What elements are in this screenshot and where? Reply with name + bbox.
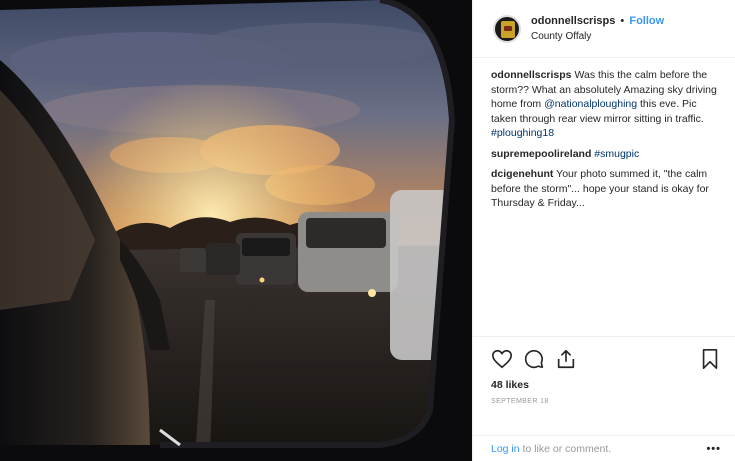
post-sidebar: odonnellscrisps • Follow County Offaly o… bbox=[472, 0, 735, 461]
list-item: dcigenehunt Your photo summed it, "the c… bbox=[491, 167, 721, 211]
comment-username[interactable]: supremepoolireland bbox=[491, 148, 591, 160]
heart-icon[interactable] bbox=[491, 348, 513, 370]
post-date: SEPTEMBER 18 bbox=[491, 398, 549, 405]
share-icon[interactable] bbox=[555, 348, 577, 370]
comment-icon[interactable] bbox=[523, 348, 545, 370]
action-icons-row bbox=[491, 345, 721, 373]
caption: odonnellscrisps Was this the calm before… bbox=[491, 68, 721, 141]
crisps-bag-logo-icon bbox=[501, 20, 515, 38]
location-link[interactable]: County Offaly bbox=[531, 29, 664, 44]
header-top-line: odonnellscrisps • Follow bbox=[531, 14, 664, 29]
comment-username[interactable]: dcigenehunt bbox=[491, 168, 553, 180]
login-link[interactable]: Log in bbox=[491, 443, 520, 455]
post-photo[interactable] bbox=[0, 0, 472, 461]
mirror-photo-illustration bbox=[0, 0, 472, 461]
login-row: Log in to like or comment. ••• bbox=[473, 435, 735, 461]
comments-list: odonnellscrisps Was this the calm before… bbox=[473, 58, 735, 336]
caption-mention-link[interactable]: @nationalploughing bbox=[544, 98, 637, 110]
header-text: odonnellscrisps • Follow County Offaly bbox=[531, 14, 664, 44]
post-header: odonnellscrisps • Follow County Offaly bbox=[473, 0, 735, 58]
login-suffix: to like or comment. bbox=[522, 442, 612, 455]
post-actions: 48 likes SEPTEMBER 18 Log in to like or … bbox=[473, 336, 735, 461]
likes-count[interactable]: 48 likes bbox=[491, 379, 721, 391]
instagram-post: odonnellscrisps • Follow County Offaly o… bbox=[0, 0, 735, 461]
caption-hashtag-link[interactable]: #ploughing18 bbox=[491, 127, 554, 139]
list-item: supremepoolireland #smugpic bbox=[491, 147, 721, 162]
header-separator: • bbox=[620, 14, 625, 27]
comment-hashtag-link[interactable]: #smugpic bbox=[594, 148, 639, 160]
bookmark-icon[interactable] bbox=[699, 348, 721, 370]
follow-button[interactable]: Follow bbox=[629, 15, 664, 27]
more-options-icon[interactable]: ••• bbox=[706, 443, 721, 455]
caption-username[interactable]: odonnellscrisps bbox=[491, 69, 572, 81]
header-username[interactable]: odonnellscrisps bbox=[531, 15, 615, 27]
avatar[interactable] bbox=[493, 14, 521, 43]
